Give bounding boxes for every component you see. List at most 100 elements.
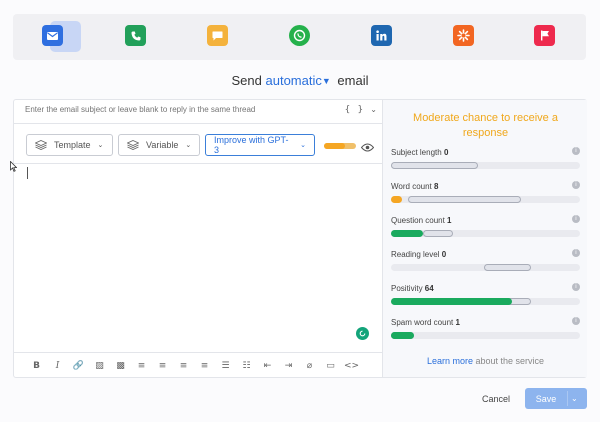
metric-name: Spam word count [391, 318, 454, 327]
editor-top-toolbar: Template ⌄ Variable ⌄ Improve with GPT-3… [14, 124, 382, 164]
outdent-icon[interactable]: ⇤ [257, 357, 278, 375]
align-center-icon[interactable]: ≡ [152, 357, 173, 375]
learn-more-row: Learn more about the service [383, 356, 588, 366]
metric-name: Positivity [391, 284, 423, 293]
email-icon [47, 31, 58, 40]
template-label: Template [54, 140, 91, 150]
subject-input[interactable] [25, 105, 335, 114]
whatsapp-icon [293, 29, 306, 42]
metric-fill [391, 196, 403, 203]
learn-more-link[interactable]: Learn more [427, 356, 473, 366]
metric-name: Subject length [391, 148, 442, 157]
code-icon[interactable]: <> [341, 357, 362, 375]
numbered-list-icon[interactable]: ☷ [236, 357, 257, 375]
bullet-list-icon[interactable]: ☰ [215, 357, 236, 375]
metric-question-count: Question count 1 i [391, 215, 581, 237]
send-mode-dropdown[interactable]: automatic [266, 73, 322, 88]
metric-ideal-range [483, 264, 531, 271]
info-icon[interactable]: i [572, 317, 580, 325]
align-right-icon[interactable]: ≡ [173, 357, 194, 375]
video-icon[interactable]: ▭ [320, 357, 341, 375]
learn-more-suffix: about the service [475, 356, 545, 366]
improve-gpt-dropdown[interactable]: Improve with GPT-3 ⌄ [205, 134, 315, 156]
metric-spam-word-count: Spam word count 1i [391, 317, 581, 339]
linkedin-icon [376, 30, 387, 41]
layers-icon [127, 140, 139, 150]
metric-label: Subject length 0 [391, 148, 581, 157]
align-left-icon[interactable]: ≡ [131, 357, 152, 375]
eye-icon[interactable] [360, 139, 375, 157]
info-icon[interactable]: i [572, 283, 580, 291]
metric-positivity: Positivity 64 i [391, 283, 581, 305]
email-channel-button[interactable] [42, 25, 63, 46]
metric-word-count: Word count 8i [391, 181, 581, 203]
italic-icon[interactable]: I [47, 357, 68, 375]
bold-icon[interactable]: B [26, 357, 47, 375]
link-icon[interactable]: 🔗 [68, 357, 89, 375]
template-dropdown[interactable]: Template ⌄ [26, 134, 113, 156]
metric-label: Word count 8 [391, 182, 581, 191]
metric-subject-length: Subject length 0i [391, 147, 581, 169]
variables-braces-icon[interactable]: { } [345, 105, 364, 115]
send-prefix: Send [231, 73, 262, 88]
attachment-icon[interactable]: ⌀ [299, 357, 320, 375]
metric-label: Spam word count 1 [391, 318, 581, 327]
chevron-down-icon[interactable]: ▼ [322, 76, 331, 86]
info-icon[interactable]: i [572, 249, 580, 257]
whatsapp-channel-button[interactable] [289, 25, 310, 46]
grammar-assistant-icon[interactable] [356, 327, 369, 340]
send-suffix: email [337, 73, 369, 88]
image-filled-icon[interactable]: ▩ [110, 357, 131, 375]
chevron-down-icon: ⌄ [300, 142, 306, 149]
chevron-down-icon: ⌄ [185, 142, 192, 149]
metric-ideal-range [408, 196, 522, 203]
metric-track [391, 196, 580, 203]
metric-ideal-range [391, 162, 478, 169]
metric-value: 8 [434, 182, 439, 191]
subject-row: { } ⌄ [14, 100, 382, 124]
layers-icon [35, 140, 47, 150]
save-divider [567, 391, 568, 406]
quality-toggle-fill [324, 143, 345, 149]
align-justify-icon[interactable]: ≡ [194, 357, 215, 375]
integration-channel-button[interactable] [453, 25, 474, 46]
flag-icon [540, 30, 549, 41]
info-icon[interactable]: i [572, 181, 580, 189]
linkedin-channel-button[interactable] [371, 25, 392, 46]
metric-fill [391, 332, 414, 339]
metric-name: Word count [391, 182, 432, 191]
save-label: Save [535, 394, 557, 404]
text-cursor [27, 167, 28, 179]
metric-value: 64 [424, 284, 434, 293]
metric-label: Reading level 0 [391, 250, 581, 259]
channel-bar [13, 14, 586, 60]
mouse-pointer-icon [10, 159, 18, 177]
metric-track [391, 332, 580, 339]
metric-fill [391, 230, 424, 237]
quality-toggle[interactable] [324, 143, 356, 149]
metric-name: Question count [391, 216, 445, 225]
metric-value: 0 [443, 148, 449, 157]
metric-value: 1 [447, 216, 452, 225]
chevron-down-icon[interactable]: ⌄ [571, 394, 578, 403]
save-button[interactable]: Save ⌄ [525, 388, 587, 409]
info-icon[interactable]: i [572, 147, 580, 155]
flag-channel-button[interactable] [534, 25, 555, 46]
improve-gpt-label: Improve with GPT-3 [214, 135, 289, 155]
metric-track [391, 298, 580, 305]
phone-channel-button[interactable] [125, 25, 146, 46]
chevron-down-icon: ⌄ [97, 142, 104, 149]
info-icon[interactable]: i [572, 215, 580, 223]
chevron-down-icon[interactable]: ⌄ [370, 105, 377, 114]
image-icon[interactable]: ▨ [89, 357, 110, 375]
response-chance-panel: Moderate chance to receive a response Le… [382, 100, 587, 377]
indent-icon[interactable]: ⇥ [278, 357, 299, 375]
variable-dropdown[interactable]: Variable ⌄ [118, 134, 200, 156]
metric-reading-level: Reading level 0i [391, 249, 581, 271]
metric-value: 1 [455, 318, 460, 327]
metric-fill [391, 298, 512, 305]
cancel-button[interactable]: Cancel [482, 394, 510, 404]
email-editor-card: { } ⌄ Template ⌄ Variable ⌄ Improve with… [13, 99, 587, 378]
format-toolbar: B I 🔗 ▨ ▩ ≡ ≡ ≡ ≡ ☰ ☷ ⇤ ⇥ ⌀ ▭ <> [14, 352, 382, 379]
sms-channel-button[interactable] [207, 25, 228, 46]
